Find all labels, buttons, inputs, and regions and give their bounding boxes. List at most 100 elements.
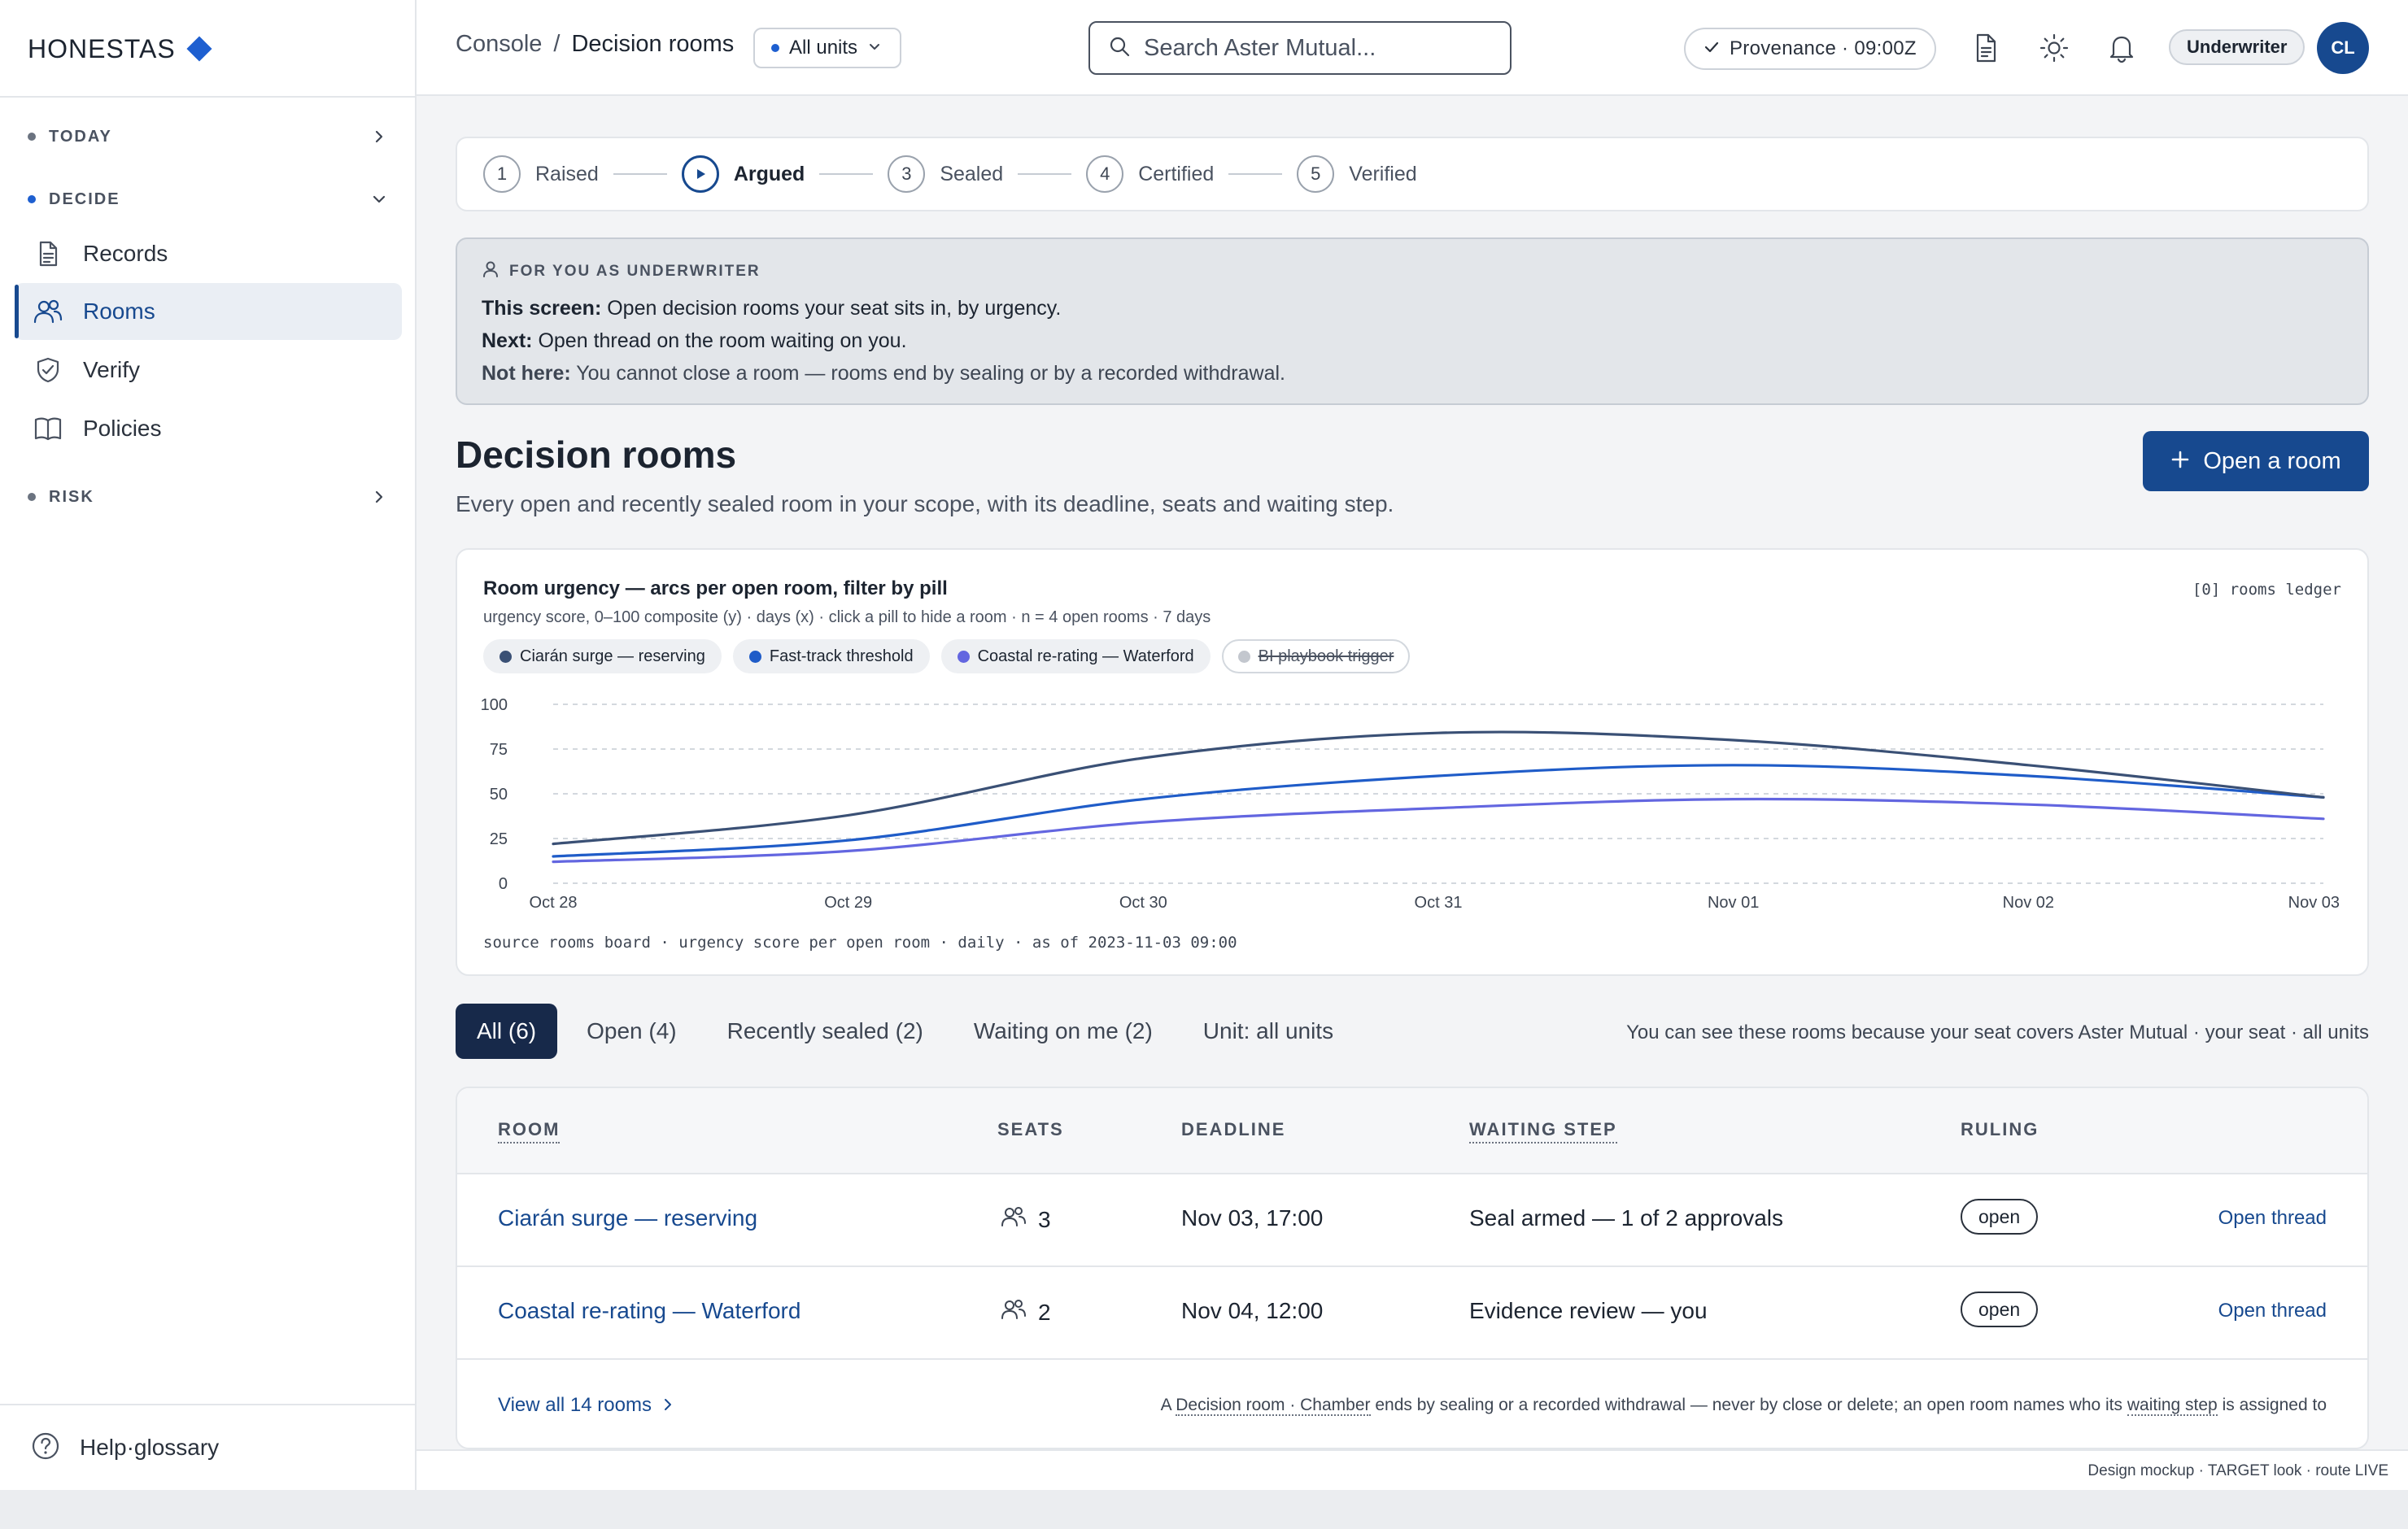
waiting-step-cell: Seal armed — 1 of 2 approvals [1469,1205,1783,1231]
bell-icon[interactable] [2103,29,2140,67]
section-dot-icon [28,133,36,141]
workflow-stepper: 1 Raised Argued 3 Sealed 4 Certified 5 V… [456,137,2369,211]
column-header-seats: SEATS [997,1119,1064,1139]
callout-text: You cannot close a room — rooms end by s… [570,362,1285,385]
series-line [552,764,2325,858]
x-tick-label: Oct 30 [1119,894,1167,912]
step-label: Verified [1349,162,1417,185]
step-argued[interactable]: Argued [681,155,805,193]
y-tick-label: 75 [490,741,508,759]
breadcrumb-console[interactable]: Console [456,31,542,58]
brand-logo[interactable]: HONESTAS [28,33,212,65]
room-link[interactable]: Coastal re-rating — Waterford [498,1298,800,1324]
seats-count: 2 [1038,1299,1051,1325]
step-certified[interactable]: 4 Certified [1086,155,1214,193]
provenance-badge[interactable]: Provenance · 09:00Z [1684,28,1936,70]
y-tick-label: 100 [481,696,508,714]
search-input[interactable] [1144,34,1502,62]
nav-section-today[interactable]: TODAY [28,120,390,153]
seats-count: 3 [1038,1206,1051,1232]
page-bottom-strip [0,1490,2408,1529]
unit-select[interactable]: All units [753,28,902,68]
divider [0,96,415,98]
room-filter-tabs: All (6) Open (4) Recently sealed (2) Wai… [456,1004,1354,1059]
section-dot-icon [28,493,36,501]
avatar[interactable]: CL [2317,22,2369,74]
open-thread-link[interactable]: Open thread [2218,1300,2327,1322]
sidebar-item-records[interactable]: Records [15,225,402,282]
document-icon[interactable] [1967,29,2004,67]
help-glossary-link[interactable]: Help·glossary [31,1430,219,1466]
room-link[interactable]: Ciarán surge — reserving [498,1205,757,1231]
step-number: 4 [1086,155,1124,193]
step-verified[interactable]: 5 Verified [1297,155,1417,193]
search-box [1088,21,1512,75]
y-tick-label: 50 [490,786,508,804]
sidebar-item-label: Records [83,241,168,266]
tab-recently-sealed[interactable]: Recently sealed (2) [706,1004,944,1059]
document-icon [33,238,63,269]
series-pill[interactable]: Coastal re-rating — Waterford [940,639,1211,673]
tab-open[interactable]: Open (4) [565,1004,698,1059]
sidebar-item-rooms[interactable]: Rooms [15,283,402,340]
rooms-ledger-link[interactable]: [0] rooms ledger [2192,581,2341,599]
check-icon [1703,39,1720,59]
scope-note: You can see these rooms because your sea… [1626,1022,2369,1043]
section-dot-icon [28,195,36,203]
table-row: Coastal re-rating — Waterford 2 Nov 04, … [457,1267,2367,1360]
unit-dot-icon [771,44,779,52]
step-label: Raised [535,162,599,185]
step-number: 3 [888,155,926,193]
nav-section-risk[interactable]: RISK [28,481,390,513]
tab-all[interactable]: All (6) [456,1004,558,1059]
unit-select-value: All units [789,37,858,59]
tab-waiting-on-me[interactable]: Waiting on me (2) [953,1004,1174,1059]
series-pill[interactable]: BI playbook trigger [1221,639,1411,673]
view-all-rooms-link[interactable]: View all 14 rooms [498,1394,674,1417]
role-label: Underwriter [2187,37,2288,57]
tab-unit-filter[interactable]: Unit: all units [1182,1004,1354,1059]
urgency-line-chart: 0 25 50 75 100 Oct 28 Oct 29 Oct 30 Oct 31 Nov 01… [481,696,2340,912]
chevron-right-icon [368,486,390,508]
series-pill-label: Ciarán surge — reserving [520,647,705,665]
sidebar-item-verify[interactable]: Verify [15,342,402,399]
view-all-label: View all 14 rooms [498,1394,652,1416]
nav-section-decide[interactable]: DECIDE [28,183,390,216]
people-icon [1001,1205,1027,1234]
series-pill[interactable]: Fast-track threshold [732,639,930,673]
step-raised[interactable]: 1 Raised [483,155,599,193]
step-sealed[interactable]: 3 Sealed [888,155,1003,193]
series-pill[interactable]: Ciarán surge — reserving [483,639,722,673]
status-strip: Design mockup · TARGET look · route LIVE [417,1449,2408,1490]
x-tick-label: Nov 02 [2003,894,2054,912]
role-badge[interactable]: Underwriter [2169,29,2305,65]
page-title: Decision rooms [456,433,737,476]
column-header-room[interactable]: ROOM [498,1119,561,1143]
step-number: 1 [483,155,521,193]
sidebar-item-policies[interactable]: Policies [15,400,402,457]
footnote-text: is assigned to [2217,1396,2327,1414]
callout-lead: This screen: [482,297,602,320]
chevron-right-icon [368,125,390,148]
glossary-term-decision-room[interactable]: Decision room · Chamber [1176,1396,1371,1416]
open-room-button-label: Open a room [2203,447,2341,474]
open-room-button[interactable]: Open a room [2143,431,2369,491]
table-footer: View all 14 rooms A Decision room · Cham… [457,1360,2367,1448]
x-tick-label: Oct 31 [1415,894,1463,912]
waiting-step-cell: Evidence review — you [1469,1298,1708,1323]
sun-icon[interactable] [2035,29,2073,67]
callout-header: FOR YOU AS UNDERWRITER [482,260,2343,282]
rooms-table: ROOM SEATS DEADLINE WAITING STEP RULING … [456,1087,2369,1449]
chevron-down-icon [368,188,390,211]
column-header-waiting-step[interactable]: WAITING STEP [1469,1119,1617,1143]
help-label: Help·glossary [80,1435,220,1460]
callout-line-next: Next: Open thread on the room waiting on… [482,325,2343,357]
sidebar: HONESTAS TODAY DECIDE Records Rooms Veri… [0,0,417,1490]
mockup-note: Design mockup · TARGET look · route LIVE [2087,1462,2388,1479]
footnote-text: ends by sealing or a recorded withdrawal… [1370,1396,2127,1414]
glossary-term-waiting-step[interactable]: waiting step [2127,1396,2218,1416]
user-icon [482,260,499,282]
open-thread-link[interactable]: Open thread [2218,1207,2327,1230]
callout-title: FOR YOU AS UNDERWRITER [509,262,761,280]
sidebar-item-label: Rooms [83,298,155,324]
